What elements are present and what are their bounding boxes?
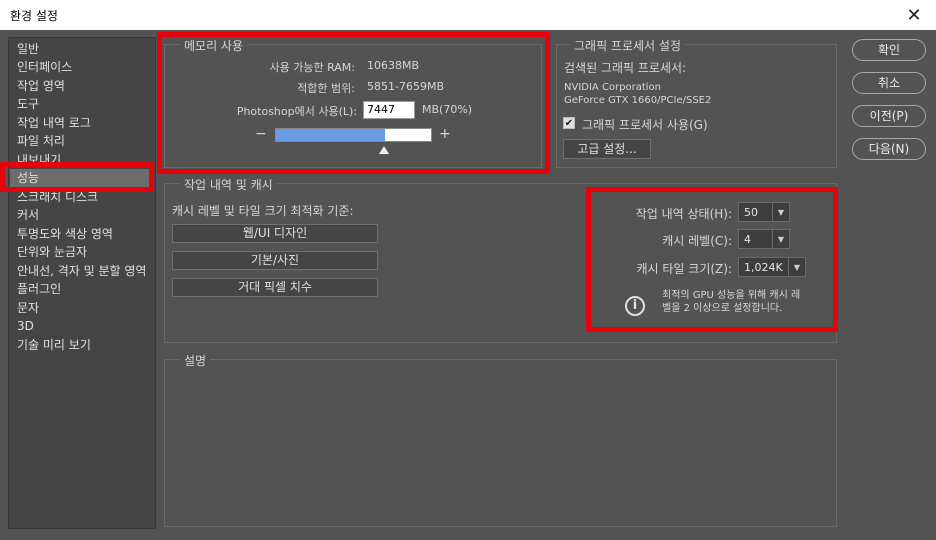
sidebar-item-interface[interactable]: 인터페이스 (17, 58, 153, 76)
title-bar: 환경 설정 ✕ (0, 0, 936, 30)
gpu-settings-title: 그래픽 프로세서 설정 (570, 37, 685, 54)
sidebar-item-scratch-disks[interactable]: 스크래치 디스크 (17, 188, 153, 206)
description-panel (164, 359, 837, 527)
sidebar-item-guides-grid[interactable]: 안내선, 격자 및 분할 영역 (17, 262, 153, 280)
history-states-label: 작업 내역 상태(H): (635, 207, 732, 221)
ok-button[interactable]: 확인 (852, 39, 926, 61)
chevron-down-icon: ▼ (772, 230, 789, 248)
memory-slider-fill (276, 129, 385, 141)
memory-use-unit: MB(70%) (422, 103, 473, 116)
sidebar-item-performance[interactable]: 성능 (10, 169, 153, 187)
sidebar-item-transparency[interactable]: 투명도와 색상 영역 (17, 225, 153, 243)
memory-slider[interactable] (275, 128, 432, 142)
gpu-vendor: NVIDIA Corporation (564, 82, 662, 93)
memory-use-input[interactable]: 7447 (363, 101, 415, 119)
memory-decrease-icon[interactable]: − (255, 126, 267, 142)
sidebar-item-type[interactable]: 문자 (17, 299, 153, 317)
history-cache-title: 작업 내역 및 캐시 (180, 176, 277, 193)
close-icon[interactable]: ✕ (892, 0, 936, 30)
gpu-model: GeForce GTX 1660/PCIe/SSE2 (564, 95, 712, 106)
sidebar-item-history-log[interactable]: 작업 내역 로그 (17, 114, 153, 132)
previous-button[interactable]: 이전(P) (852, 105, 926, 127)
description-title: 설명 (180, 352, 211, 369)
memory-usage-title: 메모리 사용 (180, 37, 248, 54)
ideal-range-label: 적합한 범위: (297, 82, 355, 95)
sidebar-item-plugins[interactable]: 플러그인 (17, 280, 153, 298)
sidebar-item-workspace[interactable]: 작업 영역 (17, 77, 153, 95)
cache-levels-select[interactable]: 4 ▼ (738, 229, 790, 249)
detected-gpu-label: 검색된 그래픽 프로세서: (564, 61, 687, 75)
sidebar-item-general[interactable]: 일반 (17, 40, 153, 58)
chevron-down-icon: ▼ (788, 258, 805, 276)
cache-tile-size-label: 캐시 타일 크기(Z): (636, 262, 733, 276)
history-states-value: 50 (744, 206, 758, 219)
chevron-down-icon: ▼ (772, 203, 789, 221)
cache-tile-size-select[interactable]: 1,024K ▼ (738, 257, 806, 277)
memory-slider-thumb[interactable] (379, 146, 389, 154)
huge-pixel-dimensions-button[interactable]: 거대 픽셀 치수 (172, 278, 378, 297)
cache-levels-label: 캐시 레벨(C): (662, 234, 732, 248)
advanced-settings-button[interactable]: 고급 설정... (563, 139, 651, 159)
info-icon: i (625, 296, 645, 316)
window-title: 환경 설정 (10, 9, 58, 23)
next-button[interactable]: 다음(N) (852, 138, 926, 160)
web-ui-design-button[interactable]: 웹/UI 디자인 (172, 224, 378, 243)
category-sidebar: 일반 인터페이스 작업 영역 도구 작업 내역 로그 파일 처리 내보내기 성능… (8, 37, 156, 529)
memory-increase-icon[interactable]: + (439, 126, 451, 142)
available-ram-label: 사용 가능한 RAM: (269, 61, 355, 74)
info-text-line2: 벨을 2 이상으로 설정합니다. (662, 303, 783, 314)
history-states-select[interactable]: 50 ▼ (738, 202, 790, 222)
sidebar-item-file-handling[interactable]: 파일 처리 (17, 132, 153, 150)
sidebar-item-cursors[interactable]: 커서 (17, 206, 153, 224)
optimize-label: 캐시 레벨 및 타일 크기 최적화 기준: (172, 204, 354, 218)
cache-levels-value: 4 (744, 233, 751, 246)
photoshop-use-label: Photoshop에서 사용(L): (236, 105, 357, 118)
ideal-range-value: 5851-7659MB (367, 80, 444, 93)
use-gpu-checkbox[interactable]: ✔ (563, 117, 575, 129)
sidebar-item-3d[interactable]: 3D (17, 317, 153, 335)
cancel-button[interactable]: 취소 (852, 72, 926, 94)
sidebar-item-export[interactable]: 내보내기 (17, 151, 153, 169)
available-ram-value: 10638MB (367, 59, 420, 72)
sidebar-item-tools[interactable]: 도구 (17, 95, 153, 113)
sidebar-item-tech-previews[interactable]: 기술 미리 보기 (17, 336, 153, 354)
cache-tile-size-value: 1,024K (744, 261, 783, 274)
use-gpu-label: 그래픽 프로세서 사용(G) (582, 118, 708, 132)
sidebar-item-units-rulers[interactable]: 단위와 눈금자 (17, 243, 153, 261)
default-photos-button[interactable]: 기본/사진 (172, 251, 378, 270)
